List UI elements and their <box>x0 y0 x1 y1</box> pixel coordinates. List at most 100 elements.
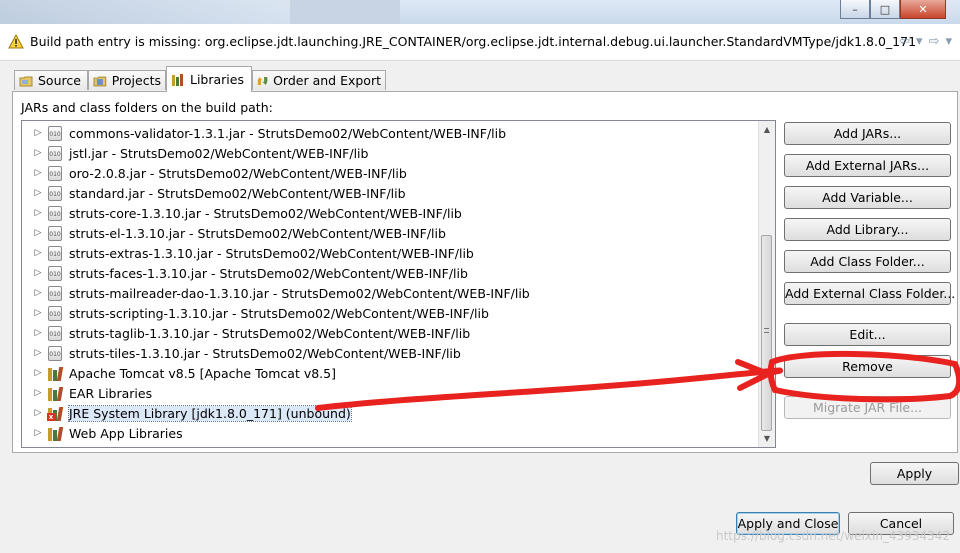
tree-item-label: EAR Libraries <box>69 385 153 401</box>
forward-arrow-icon[interactable]: ⇨ <box>929 34 940 49</box>
jar-icon: 010 <box>48 325 62 341</box>
tree-item[interactable]: ▷ 010 struts-faces-1.3.10.jar - StrutsDe… <box>22 263 468 283</box>
tree-item-label: struts-tiles-1.3.10.jar - StrutsDemo02/W… <box>69 345 461 361</box>
library-icon <box>47 386 64 401</box>
window-title-bar: – □ ✕ <box>0 0 960 24</box>
libraries-panel: JARs and class folders on the build path… <box>12 91 958 453</box>
edit-button[interactable]: Edit... <box>784 323 951 346</box>
title-bar-background <box>290 0 400 24</box>
migrate-jar-button[interactable]: Migrate JAR File... <box>784 396 951 419</box>
expand-arrow-icon[interactable]: ▷ <box>32 168 44 178</box>
expand-arrow-icon[interactable]: ▷ <box>32 248 44 258</box>
jar-icon: 010 <box>48 225 62 241</box>
jar-icon: 010 <box>48 245 62 261</box>
tree-item-label: commons-validator-1.3.1.jar - StrutsDemo… <box>69 125 507 141</box>
remove-button[interactable]: Remove <box>784 355 951 378</box>
tree-item-label: struts-mailreader-dao-1.3.10.jar - Strut… <box>69 285 530 301</box>
expand-arrow-icon[interactable]: ▷ <box>32 208 44 218</box>
tree-item[interactable]: ▷ 010 struts-extras-1.3.10.jar - StrutsD… <box>22 243 474 263</box>
jar-icon: 010 <box>48 265 62 281</box>
jar-icon: 010 <box>48 305 62 321</box>
tree-item-label: Web App Libraries <box>69 425 183 441</box>
tree-item-label: struts-scripting-1.3.10.jar - StrutsDemo… <box>69 305 489 321</box>
tree-item-label: Apache Tomcat v8.5 [Apache Tomcat v8.5] <box>69 365 336 381</box>
tree-item[interactable]: ▷ 010 oro-2.0.8.jar - StrutsDemo02/WebCo… <box>22 163 407 183</box>
tree-item[interactable]: ▷ 010 standard.jar - StrutsDemo02/WebCon… <box>22 183 406 203</box>
expand-arrow-icon[interactable]: ▷ <box>32 188 44 198</box>
tree-item-label: JRE System Library [jdk1.8.0_171] (unbou… <box>68 404 352 422</box>
window-controls: – □ ✕ <box>840 0 946 19</box>
jar-icon: 010 <box>48 345 62 361</box>
minimize-button[interactable]: – <box>840 0 870 19</box>
expand-arrow-icon[interactable]: ▷ <box>32 288 44 298</box>
add-external-jars-button[interactable]: Add External JARs... <box>784 154 951 177</box>
tree-item-label: struts-faces-1.3.10.jar - StrutsDemo02/W… <box>69 265 468 281</box>
order-export-icon <box>257 76 268 85</box>
tab-label: Order and Export <box>273 73 381 88</box>
jar-icon: 010 <box>48 165 62 181</box>
title-bar-background <box>0 0 300 24</box>
tab-order-export[interactable]: Order and Export <box>252 70 386 90</box>
tree-item-label: standard.jar - StrutsDemo02/WebContent/W… <box>69 185 406 201</box>
tab-projects[interactable]: Projects <box>88 70 166 90</box>
expand-arrow-icon[interactable]: ▷ <box>32 228 44 238</box>
warning-icon <box>8 34 24 49</box>
expand-arrow-icon[interactable]: ▷ <box>32 268 44 278</box>
tree-item[interactable]: ▷ 010 struts-el-1.3.10.jar - StrutsDemo0… <box>22 223 446 243</box>
tree-item[interactable]: ▷ 010 commons-validator-1.3.1.jar - Stru… <box>22 123 506 143</box>
jar-icon: 010 <box>48 285 62 301</box>
expand-arrow-icon[interactable]: ▷ <box>32 308 44 318</box>
library-icon <box>47 366 64 381</box>
tab-label: Source <box>38 73 81 88</box>
navigation-arrows: ⇦ ▾ ⇨ ▾ <box>899 34 952 49</box>
tree-item[interactable]: ▷ Web App Libraries <box>22 423 183 443</box>
tree-item-label: struts-extras-1.3.10.jar - StrutsDemo02/… <box>69 245 474 261</box>
projects-icon <box>93 76 107 86</box>
tree-item[interactable]: ▷ 010 struts-tiles-1.3.10.jar - StrutsDe… <box>22 343 461 363</box>
message-bar: Build path entry is missing: org.eclipse… <box>0 24 960 61</box>
tree-item[interactable]: ▷ 010 struts-scripting-1.3.10.jar - Stru… <box>22 303 489 323</box>
tree-item[interactable]: ▷ Apache Tomcat v8.5 [Apache Tomcat v8.5… <box>22 363 336 383</box>
tree-item[interactable]: ▷ 010 jstl.jar - StrutsDemo02/WebContent… <box>22 143 368 163</box>
tab-source[interactable]: Source <box>14 70 88 90</box>
expand-arrow-icon[interactable]: ▷ <box>32 408 44 418</box>
tab-label: Projects <box>111 73 161 88</box>
libraries-icon <box>172 73 183 86</box>
expand-arrow-icon[interactable]: ▷ <box>32 428 44 438</box>
add-class-folder-button[interactable]: Add Class Folder... <box>784 250 951 273</box>
add-jars-button[interactable]: Add JARs... <box>784 122 951 145</box>
add-library-button[interactable]: Add Library... <box>784 218 951 241</box>
add-external-class-folder-button[interactable]: Add External Class Folder... <box>784 282 955 305</box>
jar-icon: 010 <box>48 185 62 201</box>
build-path-tree[interactable]: ▷ 010 commons-validator-1.3.1.jar - Stru… <box>21 120 776 448</box>
jar-icon: 010 <box>48 125 62 141</box>
tree-item[interactable]: ▷ EAR Libraries <box>22 383 152 403</box>
jar-icon: 010 <box>48 145 62 161</box>
back-arrow-icon[interactable]: ⇦ <box>899 34 910 49</box>
expand-arrow-icon[interactable]: ▷ <box>32 148 44 158</box>
apply-button[interactable]: Apply <box>870 462 959 485</box>
watermark: https://blog.csdn.net/weixin_43934342 <box>715 529 950 543</box>
close-button[interactable]: ✕ <box>900 0 946 19</box>
grip-icon <box>764 328 769 333</box>
tree-item[interactable]: ▷ 010 struts-taglib-1.3.10.jar - StrutsD… <box>22 323 470 343</box>
scroll-down-icon[interactable]: ▼ <box>759 430 775 447</box>
tree-item[interactable]: ▷ 010 struts-mailreader-dao-1.3.10.jar -… <box>22 283 530 303</box>
panel-label: JARs and class folders on the build path… <box>21 100 273 115</box>
vertical-scrollbar[interactable]: ▲ ▼ <box>758 121 775 447</box>
expand-arrow-icon[interactable]: ▷ <box>32 328 44 338</box>
expand-arrow-icon[interactable]: ▷ <box>32 348 44 358</box>
add-variable-button[interactable]: Add Variable... <box>784 186 951 209</box>
expand-arrow-icon[interactable]: ▷ <box>32 388 44 398</box>
expand-arrow-icon[interactable]: ▷ <box>32 368 44 378</box>
forward-menu-icon[interactable]: ▾ <box>945 34 952 49</box>
tree-item-selected[interactable]: ▷ x JRE System Library [jdk1.8.0_171] (u… <box>22 403 352 423</box>
tree-item[interactable]: ▷ 010 struts-core-1.3.10.jar - StrutsDem… <box>22 203 462 223</box>
scroll-thumb[interactable] <box>761 235 772 431</box>
maximize-button[interactable]: □ <box>870 0 900 19</box>
tab-libraries[interactable]: Libraries <box>166 66 252 92</box>
expand-arrow-icon[interactable]: ▷ <box>32 128 44 138</box>
tree-item-label: struts-core-1.3.10.jar - StrutsDemo02/We… <box>69 205 462 221</box>
scroll-up-icon[interactable]: ▲ <box>759 121 775 138</box>
back-menu-icon[interactable]: ▾ <box>916 34 923 49</box>
